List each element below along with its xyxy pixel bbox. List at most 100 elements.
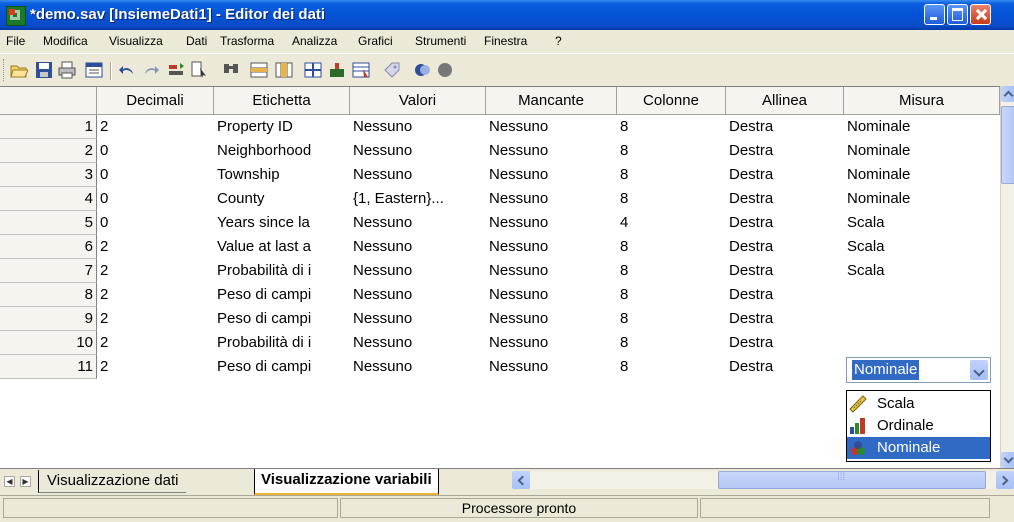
column-header-decimali[interactable]: Decimali — [97, 87, 214, 115]
tab-data-view[interactable]: Visualizzazione dati — [38, 470, 187, 493]
cell-mancante[interactable]: Nessuno — [486, 355, 617, 379]
cell-allinea[interactable]: Destra — [726, 235, 844, 259]
row-header[interactable]: 3 — [0, 163, 97, 187]
cell-misura[interactable] — [844, 283, 1000, 307]
close-button[interactable] — [970, 4, 991, 25]
goto-case-icon[interactable] — [168, 61, 186, 79]
cell-valori[interactable]: Nessuno — [350, 163, 486, 187]
cell-allinea[interactable]: Destra — [726, 139, 844, 163]
cell-etichetta[interactable]: Peso di campi — [214, 307, 350, 331]
cell-allinea[interactable]: Destra — [726, 331, 844, 355]
cell-allinea[interactable]: Destra — [726, 163, 844, 187]
cell-mancante[interactable]: Nessuno — [486, 187, 617, 211]
print-icon[interactable] — [58, 61, 76, 79]
cell-decimali[interactable]: 0 — [97, 187, 214, 211]
cell-misura[interactable]: Nominale — [844, 187, 1000, 211]
insert-case-icon[interactable] — [250, 61, 268, 79]
cell-colonne[interactable]: 8 — [617, 139, 726, 163]
tab-variable-view[interactable]: Visualizzazione variabili — [254, 469, 439, 495]
cell-mancante[interactable]: Nessuno — [486, 163, 617, 187]
cell-etichetta[interactable]: Neighborhood — [214, 139, 350, 163]
cell-decimali[interactable]: 2 — [97, 235, 214, 259]
cell-mancante[interactable]: Nessuno — [486, 307, 617, 331]
cell-etichetta[interactable]: Township — [214, 163, 350, 187]
menu-dati[interactable]: Dati — [186, 34, 207, 48]
maximize-button[interactable] — [947, 4, 968, 25]
cell-misura[interactable] — [844, 307, 1000, 331]
cell-mancante[interactable]: Nessuno — [486, 283, 617, 307]
scroll-right-icon[interactable] — [996, 471, 1014, 489]
row-header[interactable]: 2 — [0, 139, 97, 163]
cell-colonne[interactable]: 8 — [617, 235, 726, 259]
measure-option-ordinale[interactable]: Ordinale — [847, 415, 990, 437]
cell-colonne[interactable]: 8 — [617, 187, 726, 211]
cell-etichetta[interactable]: County — [214, 187, 350, 211]
cell-mancante[interactable]: Nessuno — [486, 235, 617, 259]
cell-decimali[interactable]: 2 — [97, 259, 214, 283]
cell-colonne[interactable]: 8 — [617, 307, 726, 331]
menu-finestra[interactable]: Finestra — [484, 34, 527, 48]
cell-decimali[interactable]: 2 — [97, 331, 214, 355]
cell-colonne[interactable]: 8 — [617, 331, 726, 355]
row-header[interactable]: 7 — [0, 259, 97, 283]
cell-allinea[interactable]: Destra — [726, 211, 844, 235]
cell-allinea[interactable]: Destra — [726, 283, 844, 307]
cell-allinea[interactable]: Destra — [726, 115, 844, 139]
cell-misura[interactable] — [844, 331, 1000, 355]
insert-variable-icon[interactable] — [275, 61, 293, 79]
vertical-scrollbar[interactable] — [1000, 86, 1014, 468]
open-icon[interactable] — [10, 61, 28, 79]
cell-colonne[interactable]: 8 — [617, 163, 726, 187]
tab-prev-icon[interactable]: ◀ — [4, 476, 15, 487]
save-icon[interactable] — [35, 61, 53, 79]
minimize-button[interactable] — [924, 4, 945, 25]
dialog-recall-icon[interactable] — [85, 61, 103, 79]
cell-decimali[interactable]: 2 — [97, 115, 214, 139]
cell-misura[interactable]: Scala — [844, 259, 1000, 283]
redo-icon[interactable] — [142, 61, 160, 79]
cell-mancante[interactable]: Nessuno — [486, 115, 617, 139]
cell-decimali[interactable]: 0 — [97, 163, 214, 187]
column-header-valori[interactable]: Valori — [350, 87, 486, 115]
variables-icon[interactable] — [191, 61, 209, 79]
cell-colonne[interactable]: 8 — [617, 115, 726, 139]
scroll-left-icon[interactable] — [512, 471, 530, 489]
cell-valori[interactable]: Nessuno — [350, 115, 486, 139]
cell-mancante[interactable]: Nessuno — [486, 259, 617, 283]
cell-colonne[interactable]: 8 — [617, 259, 726, 283]
horizontal-scrollbar[interactable] — [512, 471, 1014, 489]
toolbar-grip[interactable] — [3, 59, 7, 81]
row-header[interactable]: 11 — [0, 355, 97, 379]
column-header-colonne[interactable]: Colonne — [617, 87, 726, 115]
cell-etichetta[interactable]: Probabilità di i — [214, 331, 350, 355]
cell-colonne[interactable]: 8 — [617, 355, 726, 379]
menu-modifica[interactable]: Modifica — [43, 34, 88, 48]
vertical-scroll-thumb[interactable] — [1001, 106, 1014, 184]
spss-data-editor-icon[interactable] — [6, 6, 26, 26]
cell-etichetta[interactable]: Peso di campi — [214, 283, 350, 307]
cell-misura[interactable]: Scala — [844, 211, 1000, 235]
cell-mancante[interactable]: Nessuno — [486, 139, 617, 163]
menu-strumenti[interactable]: Strumenti — [415, 34, 466, 48]
cell-decimali[interactable]: 2 — [97, 283, 214, 307]
chevron-down-icon[interactable] — [970, 360, 988, 380]
cell-valori[interactable]: Nessuno — [350, 355, 486, 379]
cell-valori[interactable]: Nessuno — [350, 259, 486, 283]
row-header[interactable]: 9 — [0, 307, 97, 331]
cell-decimali[interactable]: 0 — [97, 211, 214, 235]
cell-etichetta[interactable]: Years since la — [214, 211, 350, 235]
cell-valori[interactable]: Nessuno — [350, 235, 486, 259]
column-header-misura[interactable]: Misura — [844, 87, 1000, 115]
cell-valori[interactable]: {1, Eastern}... — [350, 187, 486, 211]
corner-header[interactable] — [0, 87, 97, 115]
menu-help[interactable]: ? — [555, 34, 562, 48]
row-header[interactable]: 10 — [0, 331, 97, 355]
cell-misura[interactable]: Nominale — [844, 139, 1000, 163]
menu-trasforma[interactable]: Trasforma — [220, 34, 274, 48]
menu-file[interactable]: File — [6, 34, 25, 48]
cell-misura[interactable]: Nominale — [844, 115, 1000, 139]
cell-etichetta[interactable]: Probabilità di i — [214, 259, 350, 283]
scroll-down-icon[interactable] — [1001, 452, 1014, 468]
scroll-up-icon[interactable] — [1001, 86, 1014, 102]
weight-cases-icon[interactable] — [328, 61, 346, 79]
